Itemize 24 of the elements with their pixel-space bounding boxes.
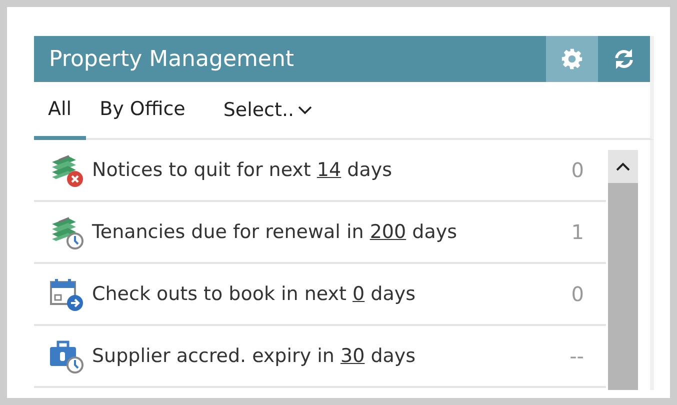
tab[interactable]: All <box>34 82 86 140</box>
settings-button[interactable] <box>546 36 598 82</box>
days-link[interactable]: 0 <box>352 283 365 305</box>
refresh-icon <box>612 47 636 71</box>
panel-title: Property Management <box>48 46 296 72</box>
row-label: Notices to quit for next 14 days <box>92 159 393 181</box>
count: 1 <box>571 220 585 244</box>
calendar-icon <box>48 276 84 312</box>
tab[interactable]: By Office <box>86 82 200 140</box>
row-label: Supplier accred. expiry in 30 days <box>92 345 417 367</box>
caret-icon <box>298 105 312 115</box>
briefcase-icon <box>48 338 84 374</box>
settings-icon <box>561 48 583 70</box>
row-label: Check outs to book in next 0 days <box>92 283 416 305</box>
count: 0 <box>571 158 585 182</box>
count: -- <box>570 344 585 368</box>
days-link[interactable]: 200 <box>370 221 406 243</box>
row-label: Tenancies due for renewal in 200 days <box>92 221 458 243</box>
days-link[interactable]: 30 <box>340 345 365 367</box>
count: 0 <box>571 282 585 306</box>
caret-up-icon <box>616 162 630 171</box>
scroll-up-button[interactable] <box>608 150 638 183</box>
select-dropdown[interactable]: Select.. <box>199 82 312 138</box>
days-link[interactable]: 14 <box>316 159 342 181</box>
